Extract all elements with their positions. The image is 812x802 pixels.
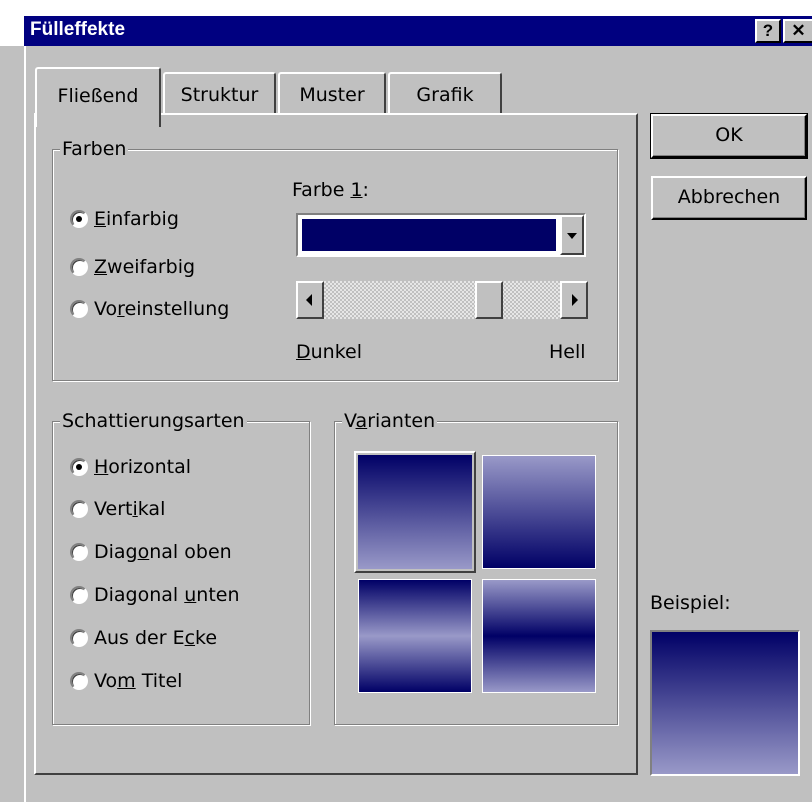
tab-label: Muster <box>299 84 365 106</box>
varianten-grid <box>354 451 600 699</box>
gradient-swatch <box>482 579 596 693</box>
help-button[interactable]: ? <box>755 19 781 43</box>
hell-label: Hell <box>549 341 586 363</box>
gradient-swatch <box>358 579 472 693</box>
radio-horizontal[interactable]: Horizontal <box>70 453 191 481</box>
radio-voreinstellung[interactable]: Voreinstellung <box>70 295 229 323</box>
dropdown-arrow-button[interactable] <box>560 215 584 255</box>
radio-einfarbig[interactable]: Einfarbig <box>70 205 179 233</box>
variant-3[interactable] <box>354 575 476 697</box>
beispiel-label: Beispiel: <box>650 592 731 614</box>
radio-aus-der-ecke[interactable]: Aus der Ecke <box>70 624 217 652</box>
radio-icon <box>70 458 88 476</box>
radio-icon <box>70 300 88 318</box>
farbe1-dropdown[interactable] <box>296 213 586 257</box>
arrow-left-icon <box>306 294 312 306</box>
radio-icon <box>70 672 88 690</box>
radio-zweifarbig[interactable]: Zweifarbig <box>70 253 195 281</box>
arrow-right-icon <box>572 294 578 306</box>
slider-thumb[interactable] <box>474 281 503 319</box>
radio-vom-titel[interactable]: Vom Titel <box>70 667 182 695</box>
gradient-swatch <box>482 455 596 569</box>
variant-1[interactable] <box>354 451 476 573</box>
brightness-slider[interactable] <box>296 281 588 319</box>
radio-icon <box>70 258 88 276</box>
variant-4[interactable] <box>478 575 600 697</box>
radio-diagonal-unten[interactable]: Diagonal unten <box>70 581 240 609</box>
farbe1-label: Farbe 1: <box>292 179 369 201</box>
beispiel-preview <box>650 630 800 776</box>
titlebar[interactable] <box>24 16 812 46</box>
gradient-swatch <box>358 455 472 569</box>
slider-right-button[interactable] <box>560 281 588 319</box>
preview-gradient <box>652 632 798 774</box>
color-preview <box>302 219 556 251</box>
dunkel-label: Dunkel <box>296 341 363 363</box>
radio-vertikal[interactable]: Vertikal <box>70 495 165 523</box>
ok-button[interactable]: OK <box>650 113 808 159</box>
schattierung-legend: Schattierungsarten <box>60 410 247 432</box>
slider-left-button[interactable] <box>296 281 324 319</box>
variant-2[interactable] <box>478 451 600 573</box>
tab-fliessend[interactable]: Fließend <box>35 67 161 127</box>
window-title: Fülleffekte <box>30 19 126 40</box>
radio-icon <box>70 500 88 518</box>
radio-icon <box>70 629 88 647</box>
radio-diagonal-oben[interactable]: Diagonal oben <box>70 538 232 566</box>
dialog-edge <box>24 46 26 802</box>
farben-legend: Farben <box>60 138 129 160</box>
cancel-button[interactable]: Abbrechen <box>651 176 807 220</box>
tab-panel: Farben Einfarbig Zweifarbig Voreinstellu… <box>34 113 638 775</box>
radio-icon <box>70 210 88 228</box>
tab-label: Fließend <box>57 85 139 107</box>
varianten-legend: Varianten <box>342 410 438 432</box>
radio-icon <box>70 543 88 561</box>
chevron-down-icon <box>567 233 577 239</box>
tab-label: Grafik <box>416 84 474 106</box>
close-button[interactable]: ✕ <box>783 19 812 43</box>
tab-label: Struktur <box>180 84 259 106</box>
radio-icon <box>70 586 88 604</box>
